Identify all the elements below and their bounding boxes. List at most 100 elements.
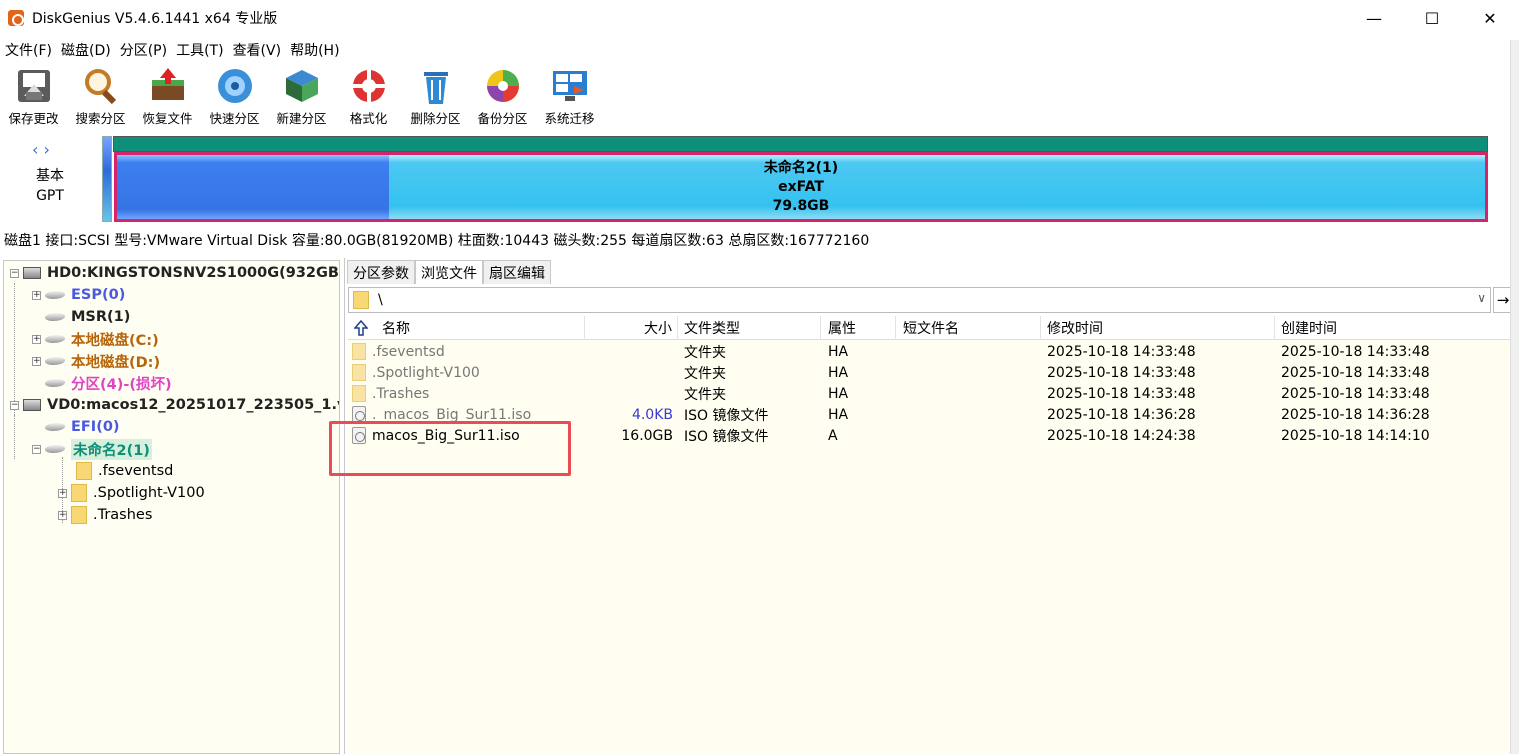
- tree-item-label: ESP(0): [71, 287, 126, 303]
- tree-item-label: .fseventsd: [98, 463, 174, 479]
- tree-item-label: .Spotlight-V100: [93, 485, 205, 501]
- file-row[interactable]: .fseventsd 文件夹 HA 2025-10-18 14:33:48 20…: [348, 341, 1513, 362]
- disk-nav-arrows[interactable]: ‹ ›: [32, 140, 50, 159]
- tree-item-vd0[interactable]: − VD0:macos12_20251017_223505_1.vm: [10, 394, 339, 416]
- folder-icon: [71, 506, 87, 524]
- partition-name: 未命名2(1): [763, 160, 839, 176]
- tab-sector-editor[interactable]: 扇区编辑: [483, 260, 551, 284]
- partition-icon: [43, 313, 67, 321]
- minimize-button[interactable]: —: [1345, 0, 1403, 36]
- quick-partition-button[interactable]: 快速分区: [201, 66, 268, 128]
- maximize-button[interactable]: ☐: [1403, 0, 1461, 36]
- tree-item-label: 未命名2(1): [71, 438, 152, 460]
- menu-help[interactable]: 帮助(H): [285, 40, 343, 60]
- file-name-cell: .Spotlight-V100: [352, 362, 480, 383]
- column-modified[interactable]: 修改时间: [1041, 316, 1275, 340]
- partition-size: 79.8GB: [772, 198, 830, 214]
- column-name[interactable]: 名称: [348, 316, 585, 340]
- efi-partition-bar[interactable]: [102, 136, 112, 222]
- new-partition-button[interactable]: 新建分区: [268, 66, 335, 128]
- file-list-header: 名称 大小 文件类型 属性 短文件名 修改时间 创建时间: [348, 316, 1513, 340]
- menu-tools[interactable]: 工具(T): [171, 40, 227, 60]
- backup-partition-icon: [486, 70, 519, 102]
- path-bar[interactable]: \ ∨: [348, 287, 1491, 313]
- menu-bar: 文件(F) 磁盘(D) 分区(P) 工具(T) 查看(V) 帮助(H): [0, 38, 344, 62]
- collapse-icon[interactable]: −: [32, 444, 41, 454]
- file-name: .Trashes: [372, 385, 430, 402]
- chevron-down-icon[interactable]: ∨: [1477, 291, 1486, 305]
- column-type[interactable]: 文件类型: [678, 316, 821, 340]
- hard-disk-icon: [23, 267, 41, 279]
- format-button[interactable]: 格式化: [335, 66, 402, 128]
- expand-icon[interactable]: +: [32, 334, 41, 344]
- expand-icon[interactable]: +: [32, 290, 41, 300]
- tree-item-efi[interactable]: EFI(0): [43, 416, 120, 438]
- folder-icon: [352, 364, 366, 381]
- folder-icon: [353, 291, 369, 309]
- tree-item-trashes[interactable]: + .Trashes: [58, 504, 152, 526]
- tree-item-partition-4[interactable]: 分区(4)-(损坏): [43, 372, 172, 394]
- tree-item-unnamed2[interactable]: − 未命名2(1): [32, 438, 152, 460]
- file-name-cell: .Trashes: [352, 383, 429, 404]
- file-modified: 2025-10-18 14:36:28: [1047, 406, 1196, 423]
- recover-files-button[interactable]: 恢复文件: [134, 66, 201, 128]
- tree-item-spotlight[interactable]: + .Spotlight-V100: [58, 482, 205, 504]
- expand-icon[interactable]: +: [58, 488, 67, 498]
- vertical-scrollbar[interactable]: [1510, 40, 1519, 754]
- disk-type-gpt: GPT: [36, 188, 64, 204]
- save-changes-button[interactable]: 保存更改: [0, 66, 67, 128]
- partition-block-text: 未命名2(1) exFAT 79.8GB: [117, 159, 1485, 216]
- column-attributes[interactable]: 属性: [821, 316, 896, 340]
- tree-item-esp[interactable]: + ESP(0): [32, 284, 125, 306]
- file-modified: 2025-10-18 14:33:48: [1047, 343, 1196, 360]
- tree-item-msr[interactable]: MSR(1): [43, 306, 131, 328]
- disk-type-label: 基本 GPT: [30, 166, 70, 206]
- tree-item-label: HD0:KINGSTONSNV2S1000G(932GB): [47, 265, 340, 281]
- column-size[interactable]: 大小: [585, 316, 678, 340]
- menu-partition[interactable]: 分区(P): [115, 40, 171, 60]
- partition-icon: [43, 291, 67, 299]
- expand-icon[interactable]: +: [32, 356, 41, 366]
- backup-partition-button[interactable]: 备份分区: [469, 66, 536, 128]
- system-migrate-button[interactable]: 系统迁移: [536, 66, 603, 128]
- column-created[interactable]: 创建时间: [1275, 316, 1513, 340]
- tree-item-label: .Trashes: [93, 507, 153, 523]
- path-input[interactable]: \: [378, 292, 383, 308]
- arrow-right-icon: →: [1496, 291, 1510, 309]
- file-created: 2025-10-18 14:33:48: [1281, 343, 1430, 360]
- collapse-icon[interactable]: −: [10, 400, 19, 410]
- window-controls: — ☐ ✕: [1345, 0, 1519, 36]
- tree-item-label: 本地磁盘(D:): [71, 354, 161, 371]
- tree-item-label: MSR(1): [71, 309, 131, 325]
- search-icon: [84, 69, 116, 105]
- file-attr: HA: [828, 364, 849, 381]
- tab-partition-params[interactable]: 分区参数: [347, 260, 415, 284]
- partition-block[interactable]: 未命名2(1) exFAT 79.8GB: [114, 152, 1488, 222]
- partition-icon: [43, 423, 67, 431]
- tree-item-c-drive[interactable]: + 本地磁盘(C:): [32, 328, 159, 350]
- tree-item-fseventsd[interactable]: .fseventsd: [76, 460, 173, 482]
- folder-icon: [76, 462, 92, 480]
- right-panel: 分区参数 浏览文件 扇区编辑 \ ∨ → 名称 大小 文件类型 属性 短文件名 …: [344, 258, 1519, 754]
- tree-item-d-drive[interactable]: + 本地磁盘(D:): [32, 350, 160, 372]
- menu-file[interactable]: 文件(F): [0, 40, 56, 60]
- expand-icon[interactable]: +: [58, 510, 67, 520]
- file-modified: 2025-10-18 14:24:38: [1047, 427, 1196, 444]
- virtual-disk-icon: [23, 399, 41, 411]
- delete-partition-button[interactable]: 删除分区: [402, 66, 469, 128]
- menu-disk[interactable]: 磁盘(D): [56, 40, 115, 60]
- collapse-icon[interactable]: −: [10, 268, 19, 278]
- column-short-name[interactable]: 短文件名: [896, 316, 1041, 340]
- folder-icon: [352, 385, 366, 402]
- file-row[interactable]: .Trashes 文件夹 HA 2025-10-18 14:33:48 2025…: [348, 383, 1513, 404]
- tab-browse-files[interactable]: 浏览文件: [415, 260, 483, 284]
- close-button[interactable]: ✕: [1461, 0, 1519, 36]
- menu-view[interactable]: 查看(V): [228, 40, 286, 60]
- new-partition-label: 新建分区: [276, 111, 327, 126]
- save-changes-label: 保存更改: [8, 111, 59, 126]
- search-partition-button[interactable]: 搜索分区: [67, 66, 134, 128]
- tree-line: [14, 415, 15, 459]
- tree-item-hd0[interactable]: − HD0:KINGSTONSNV2S1000G(932GB): [10, 262, 340, 284]
- file-row[interactable]: .Spotlight-V100 文件夹 HA 2025-10-18 14:33:…: [348, 362, 1513, 383]
- file-attr: HA: [828, 406, 849, 423]
